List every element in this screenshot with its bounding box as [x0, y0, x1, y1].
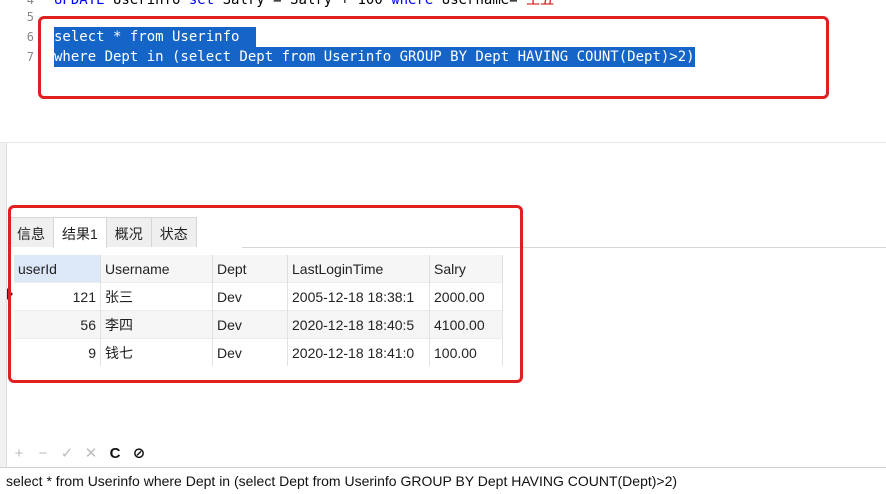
column-header-dept[interactable]: Dept	[212, 255, 288, 283]
column-header-userid[interactable]: userId	[14, 255, 101, 283]
cell-salry[interactable]: 4100.00	[429, 310, 503, 339]
cell-username[interactable]: 钱七	[100, 338, 213, 366]
cell-userid[interactable]: 121	[14, 282, 101, 311]
table-row[interactable]: 56 李四 Dev 2020-12-18 18:40:5 4100.00	[14, 310, 503, 339]
tab-result1[interactable]: 结果1	[53, 217, 107, 248]
cell-userid[interactable]: 56	[14, 310, 101, 339]
code-line-5: 5	[0, 7, 886, 27]
result-grid: userId Username Dept LastLoginTime Salry…	[14, 255, 503, 366]
column-header-salry[interactable]: Salry	[429, 255, 503, 283]
code-line-7: 7 where Dept in (select Dept from Userin…	[0, 47, 886, 67]
tab-info[interactable]: 信息	[8, 217, 54, 247]
cell-dept[interactable]: Dev	[212, 310, 288, 339]
line-number: 6	[26, 30, 34, 44]
tab-baseline	[242, 247, 886, 248]
header-row: userId Username Dept LastLoginTime Salry	[14, 255, 503, 283]
status-bar: select * from Userinfo where Dept in (se…	[0, 467, 886, 494]
status-query-text: select * from Userinfo where Dept in (se…	[6, 473, 678, 489]
cell-salry[interactable]: 2000.00	[429, 282, 503, 311]
result-tabs: 信息 结果1 概况 状态	[8, 217, 197, 248]
cell-dept[interactable]: Dev	[212, 338, 288, 366]
column-header-lastlogintime[interactable]: LastLoginTime	[287, 255, 430, 283]
selected-code: where Dept in (select Dept from Userinfo…	[54, 47, 695, 67]
sql-editor[interactable]: 4 UPDATE Userinfo set Salry = Salry + 10…	[0, 0, 886, 142]
line-number: 5	[26, 10, 34, 24]
code-line-6: 6 select * from Userinfo	[0, 27, 886, 47]
column-header-username[interactable]: Username	[100, 255, 213, 283]
cell-lastlogintime[interactable]: 2020-12-18 18:40:5	[287, 310, 430, 339]
table-row[interactable]: 9 钱七 Dev 2020-12-18 18:41:0 100.00	[14, 338, 503, 366]
cell-lastlogintime[interactable]: 2005-12-18 18:38:1	[287, 282, 430, 311]
tab-overview[interactable]: 概况	[105, 217, 152, 247]
table-row[interactable]: 121 张三 Dev 2005-12-18 18:38:1 2000.00	[14, 282, 503, 311]
grid-toolbar: + − ✓ ✕ C ⊘	[12, 443, 146, 463]
cell-userid[interactable]: 9	[14, 338, 101, 366]
cell-username[interactable]: 张三	[100, 282, 213, 311]
refresh-icon[interactable]: C	[108, 445, 122, 462]
cell-username[interactable]: 李四	[100, 310, 213, 339]
cross-icon[interactable]: ✕	[84, 444, 98, 462]
plus-icon[interactable]: +	[12, 445, 26, 462]
minus-icon[interactable]: −	[36, 445, 50, 462]
cell-dept[interactable]: Dev	[212, 282, 288, 311]
current-row-icon	[7, 288, 13, 300]
selected-code: select * from Userinfo	[54, 27, 257, 47]
check-icon[interactable]: ✓	[60, 444, 74, 462]
cell-salry[interactable]: 100.00	[429, 338, 503, 366]
stop-icon[interactable]: ⊘	[132, 444, 146, 462]
line-number: 7	[26, 50, 34, 64]
cell-lastlogintime[interactable]: 2020-12-18 18:41:0	[287, 338, 430, 366]
tab-status[interactable]: 状态	[150, 217, 197, 247]
editor-divider[interactable]	[0, 142, 886, 143]
